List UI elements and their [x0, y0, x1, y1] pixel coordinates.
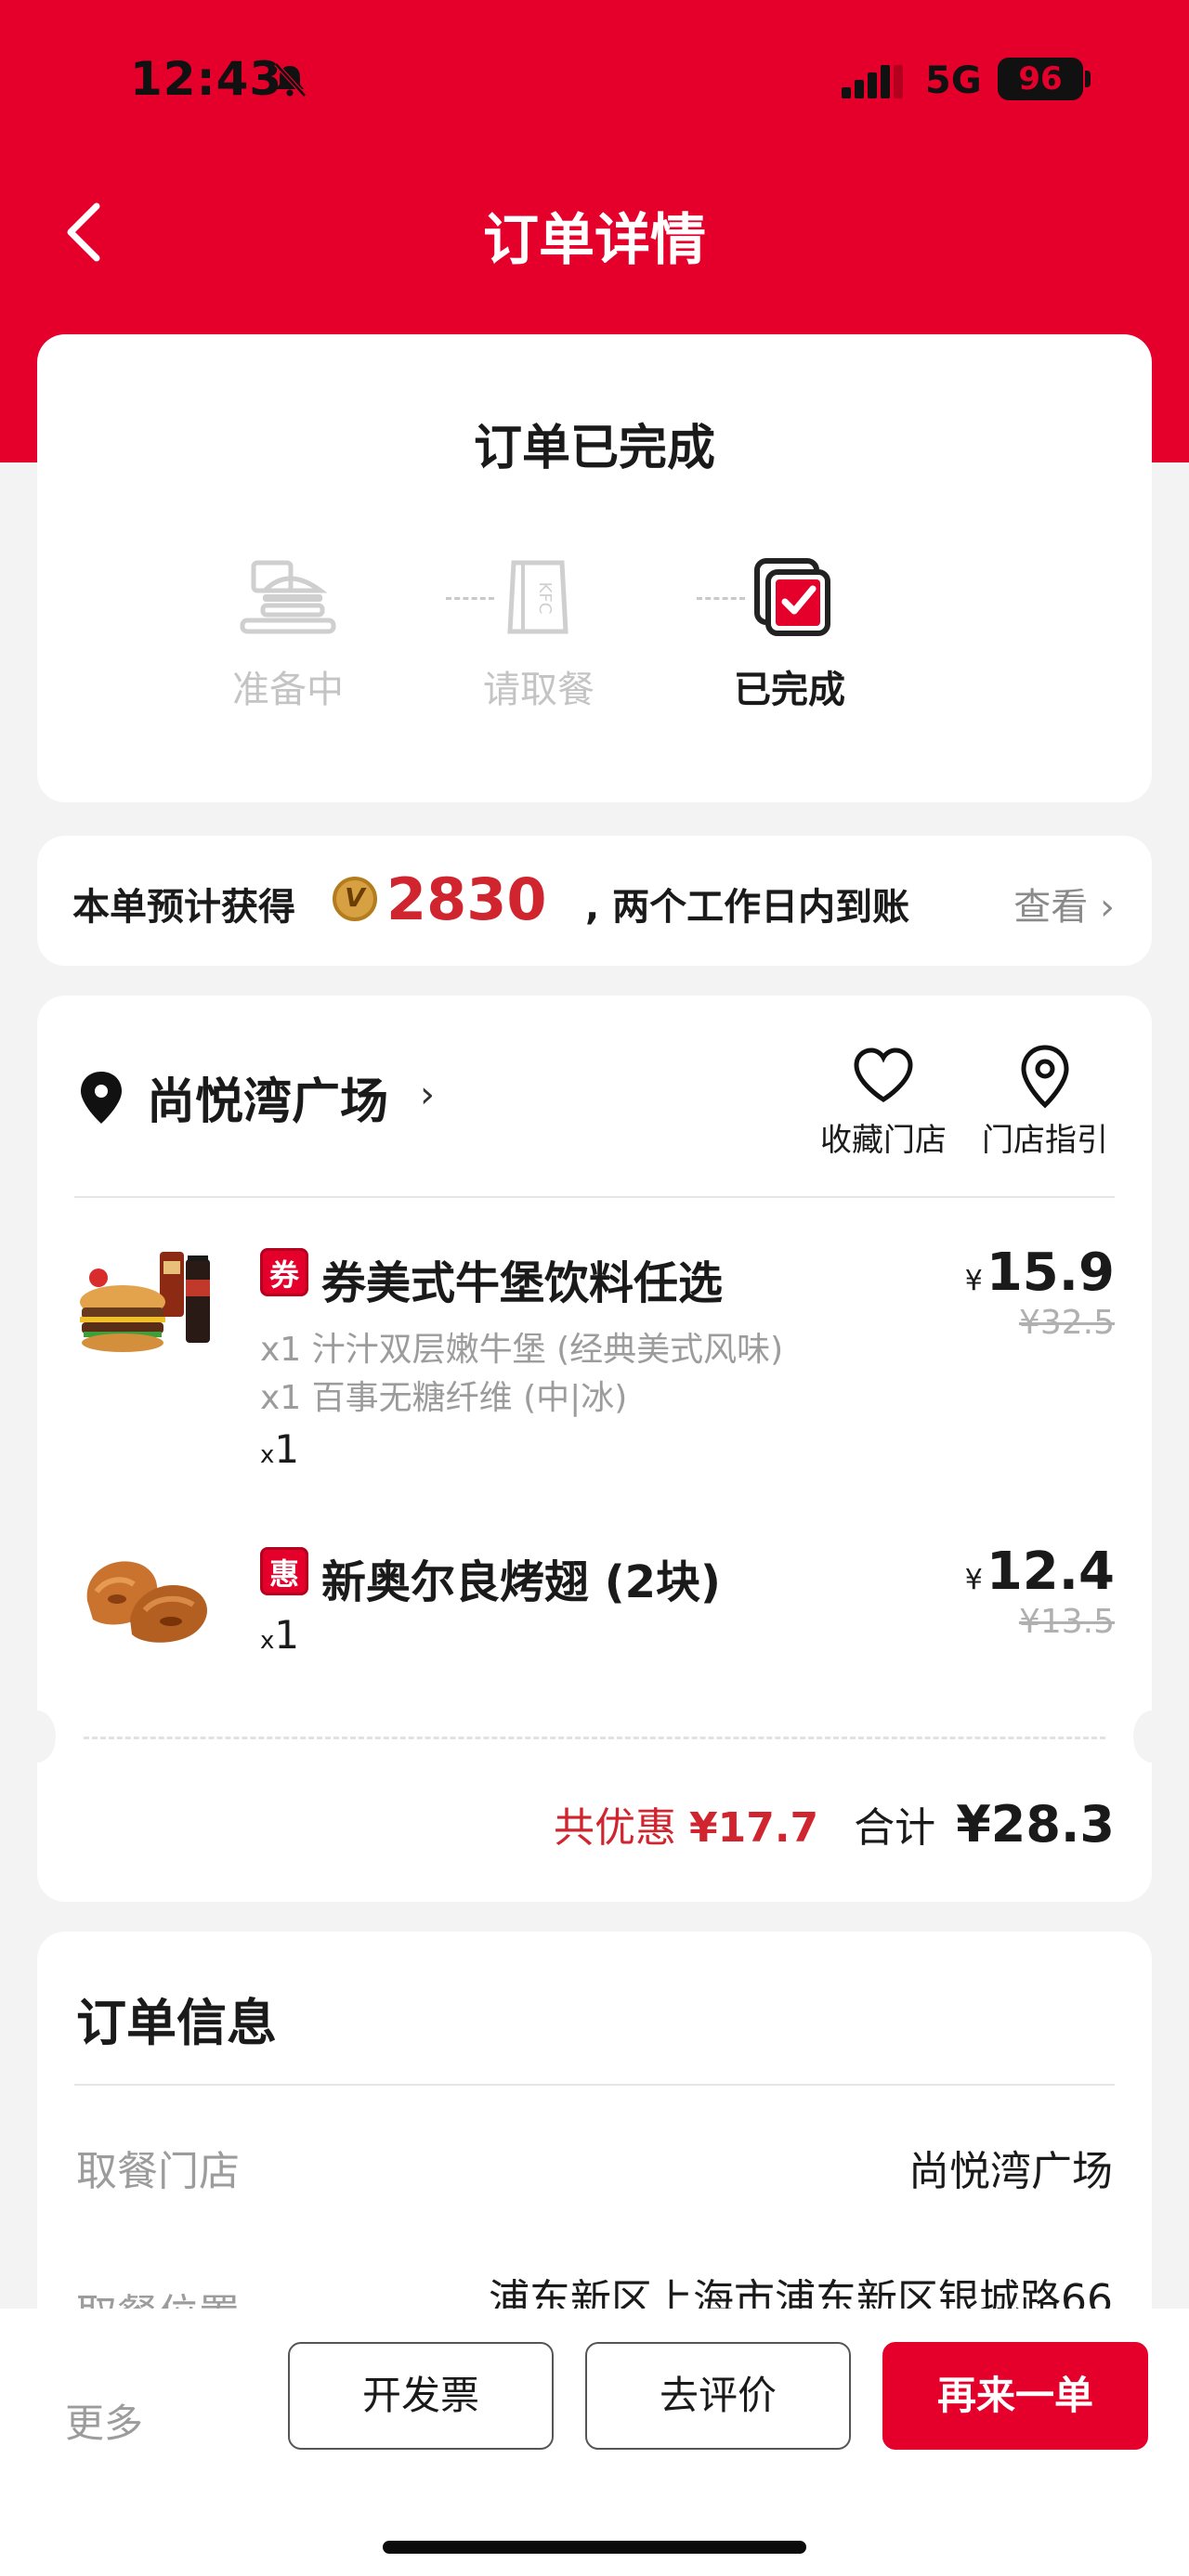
step-label: 准备中: [232, 669, 344, 711]
order-totals: 共优惠 ¥17.7 合计 ¥28.3: [554, 1794, 1115, 1854]
discount-value: ¥17.7: [689, 1804, 819, 1852]
signal-icon: [842, 65, 903, 98]
chicken-wings-image: [86, 1561, 207, 1643]
network-type: 5G: [925, 59, 982, 102]
status-time: 12:43: [130, 52, 283, 106]
item-name: 新奥尔良烤翅 (2块): [321, 1556, 721, 1608]
heart-icon: [854, 1047, 913, 1102]
store-directions-button[interactable]: 门店指引: [975, 1044, 1115, 1160]
v-gold-coin-icon: V: [333, 877, 377, 921]
item-detail: x1 汁汁双层嫩牛堡 (经典美式风味): [260, 1331, 784, 1369]
location-pin-icon: [81, 1072, 122, 1124]
item-quantity: x1: [260, 1612, 299, 1658]
step-completed: 已完成: [697, 557, 882, 713]
burger-tray-icon: [240, 560, 336, 634]
item-original-price: ¥32.5: [1018, 1304, 1115, 1342]
currency-symbol: ¥: [964, 1564, 983, 1596]
favorite-store-label: 收藏门店: [820, 1122, 947, 1159]
info-value: 尚悦湾广场: [908, 2148, 1113, 2195]
divider: [74, 1196, 1115, 1198]
order-status-title: 订单已完成: [473, 421, 715, 476]
more-button[interactable]: 更多: [65, 2392, 143, 2449]
battery-icon: 96: [998, 58, 1083, 100]
battery-tip: [1085, 71, 1091, 87]
bottom-action-bar: 更多 开发票 去评价 再来一单: [0, 2309, 1189, 2576]
store-directions-label: 门店指引: [982, 1122, 1108, 1159]
points-view-link[interactable]: 查看 ›: [1013, 877, 1115, 930]
burger-combo-image: [80, 1252, 210, 1352]
order-items-card: 尚悦湾广场 › 收藏门店 门店指引 券 券美式牛堡饮料任选 x1 汁汁双层嫩牛堡…: [19, 995, 1170, 1902]
svg-text:KFC: KFC: [535, 582, 555, 615]
item-price: ¥12.4: [965, 1542, 1115, 1602]
points-suffix: , 两个工作日内到账: [585, 886, 910, 929]
reorder-button[interactable]: 再来一单: [882, 2342, 1148, 2450]
step-label: 请取餐: [483, 669, 594, 711]
info-label: 取餐门店: [76, 2148, 240, 2195]
item-price: ¥15.9: [965, 1242, 1115, 1303]
item-original-price: ¥13.5: [1018, 1603, 1115, 1641]
step-label: 已完成: [734, 669, 845, 711]
ticket-divider: [84, 1737, 1105, 1739]
item-quantity: x1: [260, 1426, 299, 1472]
points-value: 2830: [386, 865, 547, 933]
order-info-title: 订单信息: [76, 1994, 277, 2052]
points-prefix: 本单预计获得: [72, 886, 295, 929]
invoice-button[interactable]: 开发票: [288, 2342, 554, 2450]
item-price-value: 12.4: [986, 1542, 1115, 1602]
chevron-right-icon[interactable]: ›: [420, 1073, 435, 1116]
item-name: 券美式牛堡饮料任选: [321, 1257, 724, 1309]
store-name-link[interactable]: 尚悦湾广场: [147, 1062, 388, 1132]
discount-tag-badge: 惠: [260, 1547, 308, 1595]
step-preparing: 准备中: [195, 557, 381, 713]
location-pin-icon: [1021, 1045, 1069, 1109]
ticket-notch-right: [1133, 1711, 1170, 1763]
ticket-notch-left: [19, 1711, 56, 1763]
divider: [74, 2084, 1115, 2086]
status-bar: 12:43 5G 96: [0, 0, 1189, 158]
bell-muted-icon: [274, 62, 307, 98]
page-title: 订单详情: [483, 208, 706, 273]
points-view-label: 查看: [1013, 886, 1089, 929]
order-status-card: 订单已完成 准备中 KFC 请取餐 已完成: [37, 334, 1152, 802]
quantity-prefix: x: [260, 1627, 275, 1655]
points-card[interactable]: 本单预计获得 V 2830 , 两个工作日内到账 查看 ›: [37, 836, 1152, 966]
review-button[interactable]: 去评价: [585, 2342, 851, 2450]
currency-symbol: ¥: [964, 1265, 983, 1297]
favorite-store-button[interactable]: 收藏门店: [814, 1044, 953, 1160]
completed-check-icon: [754, 558, 830, 636]
step-pickup: KFC 请取餐: [446, 557, 632, 713]
home-indicator: [383, 2541, 806, 2554]
total-value: ¥28.3: [956, 1795, 1115, 1854]
quantity-value: 1: [274, 1612, 300, 1658]
item-detail: x1 百事无糖纤维 (中|冰): [260, 1379, 628, 1417]
quantity-prefix: x: [260, 1441, 275, 1469]
kfc-bag-icon: KFC: [507, 560, 568, 634]
item-price-value: 15.9: [986, 1242, 1115, 1303]
discount-label: 共优惠: [554, 1804, 676, 1852]
total-label: 合计: [854, 1804, 936, 1852]
coupon-tag-badge: 券: [260, 1248, 308, 1296]
quantity-value: 1: [274, 1426, 300, 1472]
